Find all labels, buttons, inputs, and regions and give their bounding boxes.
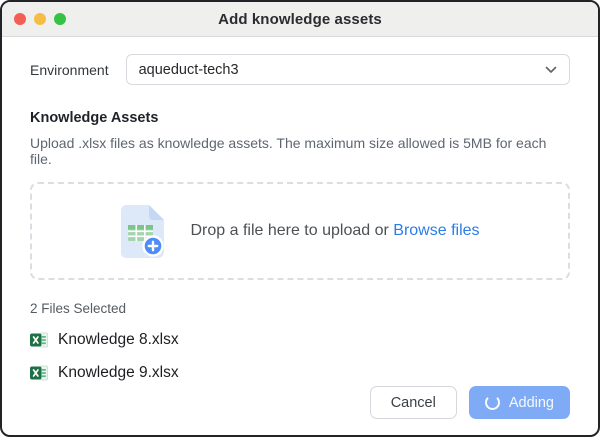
dropzone-text: Drop a file here to upload or Browse fil… xyxy=(190,222,479,240)
browse-files-link[interactable]: Browse files xyxy=(393,222,479,239)
dialog-content: Environment aqueduct-tech3 Knowledge Ass… xyxy=(2,54,598,382)
adding-button[interactable]: Adding xyxy=(469,386,570,419)
file-dropzone[interactable]: Drop a file here to upload or Browse fil… xyxy=(30,182,570,280)
excel-file-icon xyxy=(30,332,48,348)
file-name: Knowledge 9.xlsx xyxy=(58,364,179,382)
spreadsheet-add-icon xyxy=(120,204,166,259)
minimize-window-button[interactable] xyxy=(34,13,46,25)
knowledge-assets-heading: Knowledge Assets xyxy=(30,110,570,126)
zoom-window-button[interactable] xyxy=(54,13,66,25)
dropzone-prompt: Drop a file here to upload or xyxy=(190,222,393,239)
adding-button-label: Adding xyxy=(509,395,554,411)
file-row: Knowledge 8.xlsx xyxy=(30,331,570,349)
file-row: Knowledge 9.xlsx xyxy=(30,364,570,382)
excel-file-icon xyxy=(30,365,48,381)
environment-selected-value: aqueduct-tech3 xyxy=(139,62,239,78)
dialog-title: Add knowledge assets xyxy=(218,11,382,28)
loading-spinner-icon xyxy=(485,395,500,410)
add-knowledge-assets-dialog: Add knowledge assets Environment aqueduc… xyxy=(0,0,600,437)
knowledge-assets-description: Upload .xlsx files as knowledge assets. … xyxy=(30,135,570,167)
files-selected-count: 2 Files Selected xyxy=(30,301,570,316)
file-name: Knowledge 8.xlsx xyxy=(58,331,179,349)
dialog-footer: Cancel Adding xyxy=(370,386,570,419)
environment-label: Environment xyxy=(30,62,109,78)
traffic-lights xyxy=(14,2,66,36)
cancel-button[interactable]: Cancel xyxy=(370,386,457,419)
chevron-down-icon xyxy=(545,66,557,74)
environment-row: Environment aqueduct-tech3 xyxy=(30,54,570,85)
title-bar: Add knowledge assets xyxy=(2,2,598,37)
close-window-button[interactable] xyxy=(14,13,26,25)
environment-select[interactable]: aqueduct-tech3 xyxy=(126,54,570,85)
